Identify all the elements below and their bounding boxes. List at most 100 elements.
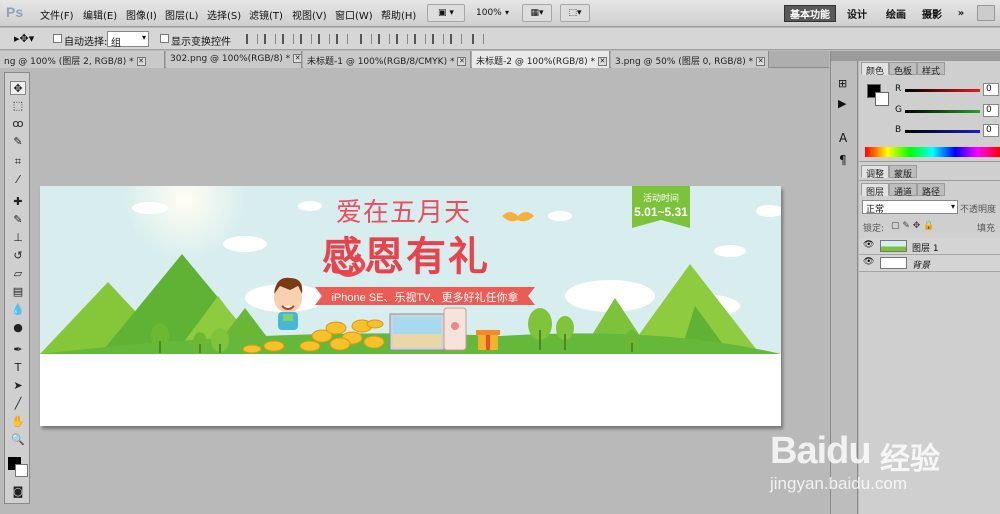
crop-tool-icon[interactable]: ⌗ bbox=[10, 155, 26, 169]
distribute-bottom-icon[interactable] bbox=[396, 34, 408, 44]
eraser-tool-icon[interactable]: ▱ bbox=[10, 267, 26, 281]
close-icon[interactable]: ✕ bbox=[756, 57, 766, 66]
distribute-hcenter-icon[interactable] bbox=[432, 34, 444, 44]
menu-view[interactable]: 视图(V) bbox=[292, 7, 327, 22]
type-tool-icon[interactable]: T bbox=[10, 361, 26, 375]
menu-select[interactable]: 选择(S) bbox=[207, 7, 241, 22]
pen-tool-icon[interactable]: ✒ bbox=[10, 343, 26, 357]
close-icon[interactable]: ✕ bbox=[293, 54, 301, 63]
gradient-tool-icon[interactable]: ▤ bbox=[10, 285, 26, 299]
dodge-tool-icon[interactable]: ● bbox=[10, 321, 26, 335]
channel-g-label: G bbox=[895, 105, 902, 115]
tab-doc-3[interactable]: 未标题-1 @ 100%(RGB/8/CMYK) * ✕ bbox=[303, 51, 471, 68]
align-top-icon[interactable] bbox=[246, 34, 258, 44]
zoom-tool-icon[interactable]: 🔍 bbox=[10, 433, 26, 447]
channel-g-slider[interactable] bbox=[905, 110, 980, 113]
window-controls[interactable] bbox=[977, 5, 995, 21]
distribute-right-icon[interactable] bbox=[450, 34, 462, 44]
close-icon[interactable]: ✕ bbox=[136, 57, 146, 66]
distribute-vcenter-icon[interactable] bbox=[378, 34, 390, 44]
show-transform-checkbox[interactable] bbox=[160, 34, 169, 43]
tab-adjustments[interactable]: 调整 bbox=[861, 165, 890, 180]
zoom-chevron-icon[interactable]: ▾ bbox=[505, 8, 509, 17]
history-brush-icon[interactable]: ↺ bbox=[10, 249, 26, 263]
tab-masks[interactable]: 蒙版 bbox=[889, 165, 918, 180]
align-right-icon[interactable] bbox=[336, 34, 348, 44]
workspace-photography[interactable]: 摄影 bbox=[917, 5, 947, 22]
workspace-basic[interactable]: 基本功能 bbox=[784, 5, 836, 22]
menu-filter[interactable]: 滤镜(T) bbox=[249, 7, 283, 22]
channel-b-slider[interactable] bbox=[905, 130, 980, 133]
quick-mask-icon[interactable]: ◙ bbox=[10, 485, 26, 499]
layer-name[interactable]: 图层 1 bbox=[912, 241, 939, 254]
healing-brush-icon[interactable]: ✚ bbox=[10, 195, 26, 209]
menu-help[interactable]: 帮助(H) bbox=[381, 7, 416, 22]
eye-icon[interactable]: 👁 bbox=[863, 258, 874, 267]
background-color-swatch[interactable] bbox=[15, 464, 28, 477]
screen-mode-dropdown[interactable]: ▣ ▾ bbox=[427, 4, 465, 22]
color-bg-swatch[interactable] bbox=[875, 92, 889, 106]
actions-panel-icon[interactable]: ▶ bbox=[838, 97, 846, 110]
close-icon[interactable]: ✕ bbox=[457, 57, 467, 66]
channel-r-slider[interactable] bbox=[905, 89, 980, 92]
menu-image[interactable]: 图像(I) bbox=[126, 7, 157, 22]
tab-swatches[interactable]: 色板 bbox=[889, 62, 918, 77]
eyedropper-tool-icon[interactable]: ⁄ bbox=[10, 173, 26, 187]
tab-color[interactable]: 颜色 bbox=[861, 62, 890, 77]
move-tool-icon[interactable]: ▸✥▾ bbox=[14, 32, 34, 45]
line-tool-icon[interactable]: ╱ bbox=[10, 397, 26, 411]
tab-doc-4[interactable]: 未标题-2 @ 100%(RGB/8) * ✕ bbox=[472, 51, 610, 68]
align-left-icon[interactable] bbox=[300, 34, 312, 44]
blur-tool-icon[interactable]: 💧 bbox=[10, 303, 26, 317]
document-canvas[interactable]: 爱在五月天 感恩有礼 iPhone SE、乐视TV、更多好礼任你拿 活动时间 5… bbox=[40, 186, 781, 426]
channel-b-value[interactable]: 0 bbox=[983, 124, 999, 137]
menu-file[interactable]: 文件(F) bbox=[40, 7, 74, 22]
menu-layer[interactable]: 图层(L) bbox=[165, 7, 198, 22]
workspace-painting[interactable]: 绘画 bbox=[879, 5, 913, 22]
align-vcenter-icon[interactable] bbox=[264, 34, 276, 44]
arrange-documents-button[interactable]: ▦▾ bbox=[522, 4, 552, 22]
menu-window[interactable]: 窗口(W) bbox=[335, 7, 373, 22]
paragraph-panel-icon[interactable]: ¶ bbox=[839, 153, 847, 167]
screen-layout-button[interactable]: ⬚▾ bbox=[560, 4, 590, 22]
lasso-tool-icon[interactable]: ꝏ bbox=[10, 117, 26, 131]
distribute-left-icon[interactable] bbox=[414, 34, 426, 44]
collapse-bar[interactable] bbox=[831, 51, 859, 61]
quick-select-tool-icon[interactable]: ✎ bbox=[10, 135, 26, 149]
workspace-design[interactable]: 设计 bbox=[842, 5, 872, 22]
align-hcenter-icon[interactable] bbox=[318, 34, 330, 44]
layer-row[interactable]: 👁 图层 1 bbox=[859, 238, 1000, 255]
channel-g-value[interactable]: 0 bbox=[983, 104, 999, 117]
blend-mode-dropdown[interactable]: 正常 ▾ bbox=[862, 200, 958, 215]
layer-row[interactable]: 👁 背景 bbox=[859, 255, 1000, 272]
tab-paths[interactable]: 路径 bbox=[917, 183, 946, 198]
auto-select-dropdown[interactable]: 组 ▾ bbox=[107, 31, 149, 49]
align-bottom-icon[interactable] bbox=[282, 34, 294, 44]
channel-r-value[interactable]: 0 bbox=[983, 83, 999, 96]
eye-icon[interactable]: 👁 bbox=[863, 241, 874, 250]
menu-edit[interactable]: 编辑(E) bbox=[83, 7, 117, 22]
hand-tool-icon[interactable]: ✋ bbox=[10, 415, 26, 429]
workspace-more[interactable]: » bbox=[952, 5, 970, 22]
tab-doc-2[interactable]: 302.png @ 100%(RGB/8) * ✕ bbox=[166, 51, 302, 68]
color-spectrum-bar[interactable] bbox=[865, 147, 1000, 157]
tab-styles[interactable]: 样式 bbox=[917, 62, 946, 77]
marquee-tool-icon[interactable]: ⬚ bbox=[10, 99, 26, 113]
auto-select-checkbox[interactable] bbox=[53, 34, 62, 43]
lock-icons[interactable]: ▢ ✎ ✥ 🔒 bbox=[891, 221, 934, 231]
tab-doc-5[interactable]: 3.png @ 50% (图层 0, RGB/8) * ✕ bbox=[611, 51, 769, 68]
tab-channels[interactable]: 通道 bbox=[889, 183, 918, 198]
tab-layers[interactable]: 图层 bbox=[861, 183, 890, 198]
tab-doc-1[interactable]: ng @ 100% (图层 2, RGB/8) * ✕ bbox=[0, 51, 165, 68]
history-panel-icon[interactable]: ⊞ bbox=[838, 77, 847, 90]
zoom-level[interactable]: 100% bbox=[476, 8, 502, 18]
layer-name[interactable]: 背景 bbox=[912, 258, 930, 271]
character-panel-icon[interactable]: A bbox=[839, 131, 847, 145]
distribute-top-icon[interactable] bbox=[360, 34, 372, 44]
auto-align-icon[interactable] bbox=[472, 34, 484, 44]
clone-stamp-icon[interactable]: ⊥ bbox=[10, 231, 26, 245]
path-select-icon[interactable]: ➤ bbox=[10, 379, 26, 393]
close-icon[interactable]: ✕ bbox=[597, 57, 607, 66]
brush-tool-icon[interactable]: ✎ bbox=[10, 213, 26, 227]
move-tool-icon[interactable]: ✥ bbox=[10, 81, 26, 95]
